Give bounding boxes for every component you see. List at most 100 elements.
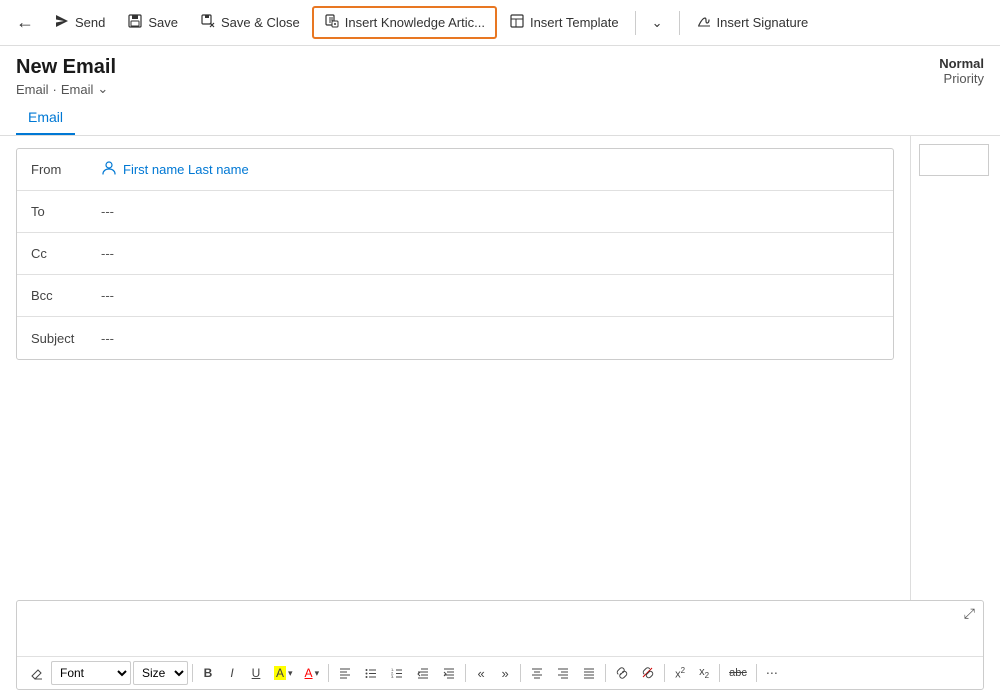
editor-area: ⤢ Font Size B I U xyxy=(16,600,984,690)
blockquote-open-button[interactable]: « xyxy=(470,661,492,685)
save-label: Save xyxy=(148,15,178,30)
superscript-label: x2 xyxy=(675,666,685,681)
to-value: --- xyxy=(101,204,114,219)
justify-button[interactable] xyxy=(577,661,601,685)
editor-sep-8 xyxy=(756,664,757,682)
remove-link-button[interactable] xyxy=(636,661,660,685)
editor-expand-bar: ⤢ xyxy=(17,601,983,626)
subject-row[interactable]: Subject --- xyxy=(17,317,893,359)
from-value[interactable]: First name Last name xyxy=(101,160,249,179)
send-icon xyxy=(54,13,70,32)
main-content: From First name Last name To --- xyxy=(0,136,1000,600)
align-left-button[interactable] xyxy=(333,661,357,685)
right-panel-box xyxy=(919,144,989,176)
from-label: From xyxy=(31,162,101,177)
right-panel xyxy=(910,136,1000,600)
blockquote-close-button[interactable]: » xyxy=(494,661,516,685)
svg-text:3.: 3. xyxy=(391,674,394,679)
save-close-button[interactable]: Save & Close xyxy=(190,8,310,37)
insert-template-icon xyxy=(509,13,525,32)
align-center-button[interactable] xyxy=(525,661,549,685)
insert-signature-button[interactable]: Insert Signature xyxy=(686,8,819,37)
insert-template-button[interactable]: Insert Template xyxy=(499,8,629,37)
expand-icon[interactable]: ⤢ xyxy=(964,605,975,622)
bcc-row[interactable]: Bcc --- xyxy=(17,275,893,317)
priority-section: Normal Priority xyxy=(939,56,984,86)
insert-signature-icon xyxy=(696,13,712,32)
bullet-list-button[interactable] xyxy=(359,661,383,685)
eraser-button[interactable] xyxy=(25,661,49,685)
subject-value: --- xyxy=(101,331,114,346)
font-select[interactable]: Font xyxy=(51,661,131,685)
priority-sub: Priority xyxy=(939,71,984,86)
underline-button[interactable]: U xyxy=(245,661,267,685)
cc-row[interactable]: Cc --- xyxy=(17,233,893,275)
chevron-down-icon: ⌄ xyxy=(652,15,663,31)
insert-link-button[interactable] xyxy=(610,661,634,685)
bcc-value: --- xyxy=(101,288,114,303)
italic-button[interactable]: I xyxy=(221,661,243,685)
font-color-dropdown-icon: ▾ xyxy=(315,668,320,679)
bold-button[interactable]: B xyxy=(197,661,219,685)
save-button[interactable]: Save xyxy=(117,8,188,37)
italic-label: I xyxy=(230,666,233,680)
font-color-label: A xyxy=(305,666,313,680)
tab-email[interactable]: Email xyxy=(16,101,75,135)
align-right-button[interactable] xyxy=(551,661,575,685)
editor-sep-7 xyxy=(719,664,720,682)
insert-knowledge-button[interactable]: Insert Knowledge Artic... xyxy=(312,6,497,39)
email-fields: From First name Last name To --- xyxy=(16,148,894,360)
cc-label: Cc xyxy=(31,246,101,261)
indent-button[interactable] xyxy=(437,661,461,685)
send-button[interactable]: Send xyxy=(44,8,115,37)
quote-open-icon: « xyxy=(477,666,484,681)
page-subtitle: Email · Email ⌄ xyxy=(16,81,116,97)
page-header: New Email Email · Email ⌄ Normal Priorit… xyxy=(0,46,1000,101)
editor-sep-5 xyxy=(605,664,606,682)
bold-label: B xyxy=(204,666,213,680)
toolbar-separator-1 xyxy=(635,11,636,35)
editor-content[interactable] xyxy=(17,626,983,656)
editor-sep-4 xyxy=(520,664,521,682)
to-label: To xyxy=(31,204,101,219)
chevron-down-icon[interactable]: ⌄ xyxy=(97,81,108,97)
to-row[interactable]: To --- xyxy=(17,191,893,233)
editor-sep-6 xyxy=(664,664,665,682)
strikethrough-button[interactable]: abc xyxy=(724,661,752,685)
subtitle-email-left: Email xyxy=(16,82,49,97)
number-list-button[interactable]: 1. 2. 3. xyxy=(385,661,409,685)
priority-label: Normal xyxy=(939,56,984,71)
outdent-button[interactable] xyxy=(411,661,435,685)
subscript-label: x2 xyxy=(699,666,709,680)
highlight-label: A xyxy=(274,666,286,680)
editor-sep-3 xyxy=(465,664,466,682)
editor-sep-1 xyxy=(192,664,193,682)
header-left: New Email Email · Email ⌄ xyxy=(16,56,116,97)
save-close-icon xyxy=(200,13,216,32)
size-select[interactable]: Size xyxy=(133,661,188,685)
bcc-label: Bcc xyxy=(31,288,101,303)
toolbar-separator-2 xyxy=(679,11,680,35)
subtitle-dot: · xyxy=(53,82,57,97)
save-close-label: Save & Close xyxy=(221,15,300,30)
highlight-button[interactable]: A ▾ xyxy=(269,661,298,685)
send-label: Send xyxy=(75,15,105,30)
superscript-button[interactable]: x2 xyxy=(669,661,691,685)
font-color-button[interactable]: A ▾ xyxy=(300,661,325,685)
editor-sep-2 xyxy=(328,664,329,682)
back-button[interactable]: ← xyxy=(8,7,42,38)
subtitle-email-right: Email xyxy=(61,82,94,97)
page-title: New Email xyxy=(16,56,116,79)
more-options-button[interactable]: ⋯ xyxy=(761,661,783,685)
subscript-button[interactable]: x2 xyxy=(693,661,715,685)
tab-bar: Email xyxy=(0,101,1000,136)
underline-label: U xyxy=(252,666,261,680)
insert-knowledge-label: Insert Knowledge Artic... xyxy=(345,15,485,30)
insert-knowledge-icon xyxy=(324,13,340,32)
main-toolbar: ← Send Save Save & Close xyxy=(0,0,1000,46)
editor-toolbar: Font Size B I U A ▾ A ▾ xyxy=(17,656,983,689)
dropdown-arrow-button[interactable]: ⌄ xyxy=(642,10,673,36)
strikethrough-label: abc xyxy=(729,667,747,679)
quote-close-icon: » xyxy=(501,666,508,681)
back-icon: ← xyxy=(16,12,34,33)
